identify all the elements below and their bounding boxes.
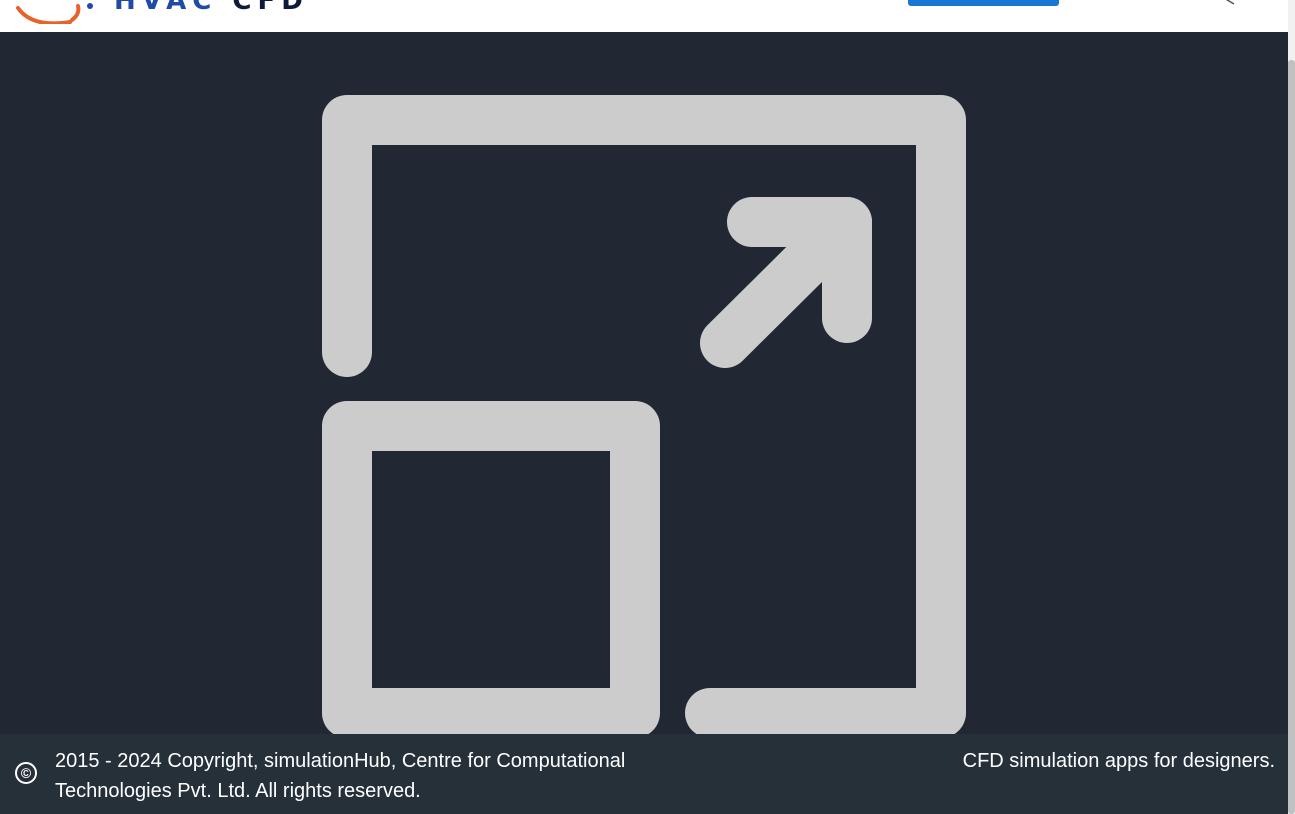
footer: © 2015 - 2024 Copyright, simulationHub, … (0, 734, 1288, 814)
footer-tagline: CFD simulation apps for designers. (962, 750, 1275, 772)
scrollbar-thumb[interactable] (1288, 60, 1295, 814)
logo-hvac-text: HVAC (114, 0, 218, 16)
vertical-scrollbar[interactable] (1288, 0, 1295, 814)
main-content (0, 32, 1288, 734)
page: HVAC CFD © 2015 - 2024 Copyright, simula… (0, 0, 1295, 814)
logo-cfd-text: CFD (232, 0, 309, 16)
logo-text[interactable]: HVAC CFD (114, 0, 309, 14)
header-menu-icon[interactable] (1222, 0, 1236, 6)
copyright-text: 2015 - 2024 Copyright, simulationHub, Ce… (55, 750, 626, 802)
copyright-icon: © (15, 762, 37, 784)
header-primary-button[interactable] (908, 0, 1059, 6)
expand-fullscreen-icon[interactable] (0, 32, 1288, 734)
header: HVAC CFD (0, 0, 1288, 32)
logo-icon[interactable] (10, 0, 100, 24)
